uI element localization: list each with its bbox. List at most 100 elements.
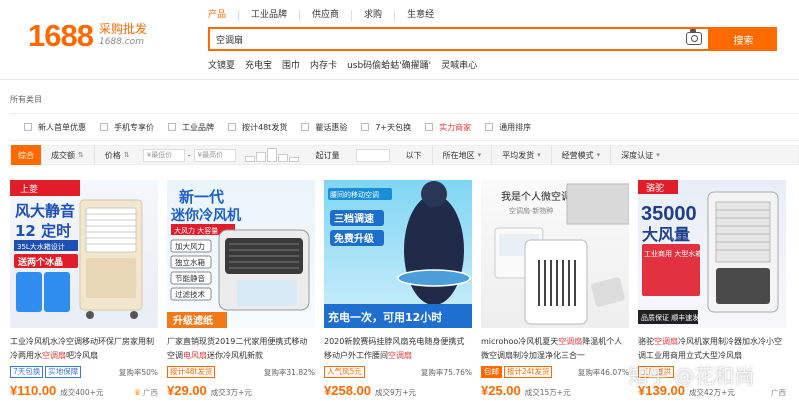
product-card[interactable]: 新一代 迷你冷风机 大风力 大容量 加大风力 独立水箱 节能静音 过滤技术 升级… xyxy=(167,180,315,398)
checkbox[interactable] xyxy=(100,123,108,131)
tab-product[interactable]: 产品 xyxy=(208,10,240,21)
search-type-tabs: 产品 工业品牌 供应商 求购 生意经 xyxy=(208,10,446,21)
service-badge: 人气风5元 xyxy=(324,366,365,378)
product-title[interactable]: 工业冷风机水冷空调移动环保厂房家用制冷两用水空调扇吧冷风扇 xyxy=(10,335,158,363)
product-title[interactable]: 骆驼空调扇冷风机家用制冷器加水冷小空调工业用商用立式大型冷风扇 xyxy=(638,335,786,363)
checkbox[interactable] xyxy=(361,123,370,131)
tab-buying-request[interactable]: 求购 xyxy=(352,10,396,21)
checkbox[interactable] xyxy=(425,123,434,131)
checkbox[interactable] xyxy=(24,123,32,131)
transaction-amount: 成交400+元 xyxy=(60,388,104,397)
product-price: ¥110.00 xyxy=(10,383,57,398)
service-badge: 7天包换 xyxy=(10,366,44,378)
svg-text:品质保证 顺丰速发: 品质保证 顺丰速发 xyxy=(641,313,699,322)
tab-industrial-brand[interactable]: 工业品牌 xyxy=(239,10,301,21)
checkbox[interactable] xyxy=(168,123,176,131)
service-badge: 包邮 xyxy=(481,366,502,378)
filter-avg-ship[interactable]: 平均发货 ▾ xyxy=(492,145,552,165)
product-image[interactable]: 上菱 风大静音 12 定时 35L大水箱设计 送两个冰晶 xyxy=(10,180,158,328)
price-min-input[interactable]: ¥最低价 xyxy=(142,148,185,162)
personal-cooler-image: 我是个人微空调 空调扇·新物种 xyxy=(494,183,629,325)
svg-text:骆驼: 骆驼 xyxy=(646,182,664,194)
filter-deep-cert[interactable]: 深度认证 ▾ xyxy=(611,145,670,165)
search-button[interactable]: 搜索 xyxy=(710,27,777,51)
svg-text:上菱: 上菱 xyxy=(20,183,38,195)
service-badge: 按计24t发货 xyxy=(504,366,553,378)
tab-supplier[interactable]: 供应商 xyxy=(300,10,353,21)
price-bar[interactable] xyxy=(266,148,277,162)
product-price: ¥29.00 xyxy=(167,383,207,398)
price-max-input[interactable]: ¥最高价 xyxy=(193,148,236,162)
price-bar[interactable] xyxy=(288,157,299,162)
transaction-amount: 成交15万+元 xyxy=(524,388,571,397)
price-bar[interactable] xyxy=(244,156,255,162)
service-badge: 实地保障 xyxy=(45,366,82,378)
filter-new-user-discount[interactable]: 新人首单优惠 xyxy=(24,122,86,133)
logo-site: 1688.com xyxy=(98,37,144,47)
checkbox[interactable] xyxy=(301,123,310,131)
product-title[interactable]: 厂家直销现货2019二代家用便携式移动空调电风扇迷你冷风机新款 xyxy=(167,335,315,363)
hot-search-words: 文镜夏 充电宝 围巾 内存卡 usb码偷蛤蛄'确擢踊' 灵喊串心 xyxy=(208,58,487,71)
mini-cooler-image: 新一代 迷你冷风机 大风力 大容量 加大风力 独立水箱 节能静音 过滤技术 升级… xyxy=(167,188,310,328)
price-bar[interactable] xyxy=(277,154,288,162)
price-bar[interactable] xyxy=(255,152,266,162)
hot-word[interactable]: 充电宝 xyxy=(245,58,272,71)
product-image[interactable]: 新一代 迷你冷风机 大风力 大容量 加大风力 独立水箱 节能静音 过滤技术 升级… xyxy=(167,180,315,328)
breadcrumb[interactable]: 所有类目 xyxy=(10,94,42,105)
price-range-bars[interactable] xyxy=(244,148,300,162)
svg-text:加大风力: 加大风力 xyxy=(175,241,205,251)
price-separator: - xyxy=(187,150,191,160)
filter-inspection[interactable]: 瞿话惠验 xyxy=(301,122,347,133)
hot-word[interactable]: 灵喊串心 xyxy=(441,58,477,71)
search-input[interactable] xyxy=(210,29,670,49)
svg-text:送两个冰晶: 送两个冰晶 xyxy=(17,256,63,268)
hot-word[interactable]: 文镜夏 xyxy=(208,58,235,71)
filter-mobile-price[interactable]: 手机专享价 xyxy=(100,122,154,133)
product-price: ¥25.00 xyxy=(481,383,521,398)
svg-text:大风量: 大风量 xyxy=(642,225,690,244)
filter-location[interactable]: 所在地区 ▾ xyxy=(433,145,493,165)
product-price: ¥258.00 xyxy=(324,383,371,398)
product-meta: 按计48t发货 复购率31.82% xyxy=(167,366,315,378)
svg-text:节能静音: 节能静音 xyxy=(175,273,205,283)
filter-7day-exchange[interactable]: 7+天包换 xyxy=(361,122,411,133)
product-card[interactable]: 腰间的移动空调 三档调速 免费升级 充电一次，可用12小时 2020新款赛码挂脖… xyxy=(324,180,472,398)
header-divider xyxy=(0,79,799,80)
checkbox[interactable] xyxy=(485,123,494,131)
filter-general-sort[interactable]: 通用排序 xyxy=(485,122,531,133)
moq-input[interactable] xyxy=(355,148,390,162)
product-title[interactable]: microhoo冷风机夏天空调扇降温机个人微空调扇制冷加湿净化三合一 xyxy=(481,335,629,363)
filter-business-mode[interactable]: 经营模式 ▾ xyxy=(552,145,612,165)
product-title[interactable]: 2020新款赛码挂脖风扇充电随身便携式移动户外工作腰间空调扇 xyxy=(324,335,472,363)
filter-industrial-brand[interactable]: 工业品牌 xyxy=(168,122,214,133)
repurchase-rate: 复购率46.07% xyxy=(577,367,629,377)
product-image[interactable]: 骆驼 35000 大风量 工业商用 大型水箱 品质保证 顺丰速发 xyxy=(638,180,786,328)
svg-text:工业商用 大型水箱: 工业商用 大型水箱 xyxy=(644,249,702,258)
product-meta: 包邮 按计24t发货 复购率46.07% xyxy=(481,366,629,378)
price-row: ¥29.00 成交3万+元 xyxy=(167,383,315,398)
moq-suffix: 以下 xyxy=(396,145,433,165)
product-image[interactable]: 腰间的移动空调 三档调速 免费升级 充电一次，可用12小时 xyxy=(324,180,472,328)
filter-strong-merchant[interactable]: 实力商家 xyxy=(425,122,471,133)
hot-word[interactable]: usb码偷蛤蛄'确擢踊' xyxy=(347,58,431,71)
sort-price[interactable]: 价格 ⇅ xyxy=(95,145,140,165)
site-logo[interactable]: 1688 采购批发 1688.com xyxy=(28,18,147,54)
product-card[interactable]: 上菱 风大静音 12 定时 35L大水箱设计 送两个冰晶 工业冷风机水冷空调移动… xyxy=(10,180,158,398)
filter-48h-ship[interactable]: 按计48t发货 xyxy=(228,122,287,133)
product-card[interactable]: 我是个人微空调 空调扇·新物种 microhoo冷风机夏天空调扇降温机个人微空调… xyxy=(481,180,629,398)
product-image[interactable]: 我是个人微空调 空调扇·新物种 xyxy=(481,180,629,328)
hot-word[interactable]: 内存卡 xyxy=(310,58,337,71)
chevron-down-icon: ▾ xyxy=(596,151,601,159)
svg-text:三档调速: 三档调速 xyxy=(334,212,374,225)
checkbox[interactable] xyxy=(228,123,236,131)
tab-business-guide[interactable]: 生意经 xyxy=(395,10,446,21)
hot-word[interactable]: 围巾 xyxy=(282,58,300,71)
price-row: ¥258.00 成交9万+元 xyxy=(324,383,472,398)
sort-sales[interactable]: 成交额 ⇅ xyxy=(41,145,95,165)
sort-comprehensive[interactable]: 综合 xyxy=(11,145,41,165)
camera-icon[interactable] xyxy=(686,29,702,45)
svg-text:12 定时: 12 定时 xyxy=(15,222,71,240)
svg-text:新一代: 新一代 xyxy=(179,188,224,206)
chevron-down-icon: ▾ xyxy=(656,151,660,159)
product-meta: 7天包换 实地保障 复购率50% xyxy=(10,366,158,378)
